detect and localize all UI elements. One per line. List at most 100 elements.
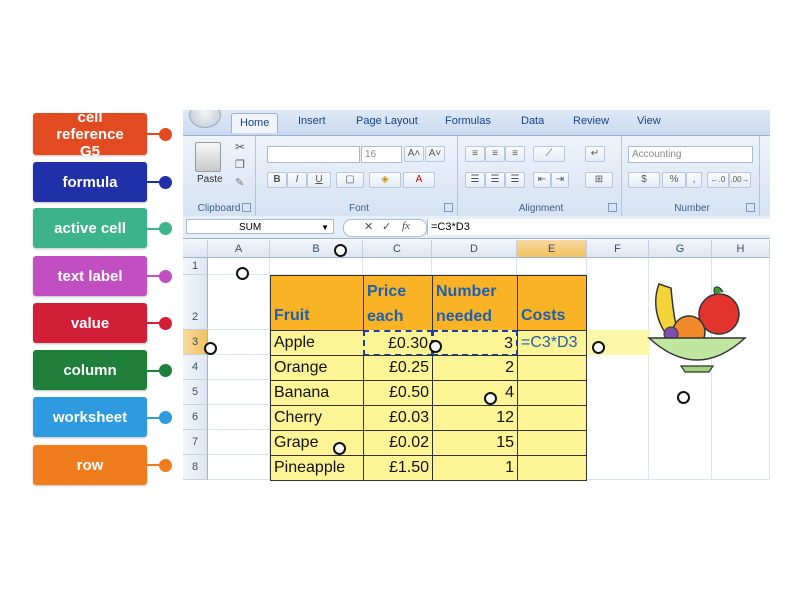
enter-icon[interactable]: ✓ — [382, 220, 391, 233]
copy-icon[interactable]: ❐ — [235, 158, 245, 171]
label-worksheet[interactable]: worksheet — [33, 397, 147, 437]
label-column[interactable]: column — [33, 350, 147, 390]
drop-target-marker[interactable] — [333, 442, 346, 455]
label-formula[interactable]: formula — [33, 162, 147, 202]
fill-color-icon[interactable]: ◈ — [369, 172, 401, 188]
tab-home[interactable]: Home — [231, 113, 279, 133]
drop-target-marker[interactable] — [484, 392, 497, 405]
cell-price[interactable]: £1.50 — [363, 455, 433, 481]
column-header-g[interactable]: G — [649, 240, 712, 258]
cell-needed[interactable]: 4 — [432, 380, 518, 406]
cell-cost[interactable] — [517, 455, 587, 481]
increase-indent-icon[interactable]: ⇥ — [551, 172, 569, 188]
orientation-icon[interactable]: ⟋ — [533, 146, 565, 162]
cell-cost[interactable] — [517, 405, 587, 431]
row-header-1[interactable]: 1 — [183, 258, 208, 275]
column-header-c[interactable]: C — [363, 240, 432, 258]
middle-align-icon[interactable]: ≡ — [485, 146, 505, 162]
paste-icon[interactable] — [195, 142, 221, 172]
drop-target-marker[interactable] — [204, 342, 217, 355]
column-header-f[interactable]: F — [587, 240, 649, 258]
decrease-decimal-icon[interactable]: .00→ — [729, 172, 751, 188]
insert-function-icon[interactable]: fx — [402, 220, 410, 232]
cell-fruit[interactable]: Banana — [270, 380, 364, 406]
align-right-icon[interactable]: ☰ — [505, 172, 525, 188]
grow-font-icon[interactable]: A˄ — [404, 146, 424, 162]
cell-price[interactable]: £0.25 — [363, 355, 433, 381]
paste-button[interactable]: Paste — [197, 174, 223, 185]
cell-price[interactable]: £0.03 — [363, 405, 433, 431]
label-value[interactable]: value — [33, 303, 147, 343]
number-format-box[interactable]: Accounting — [628, 146, 753, 163]
cell-cost[interactable] — [517, 430, 587, 456]
top-align-icon[interactable]: ≡ — [465, 146, 485, 162]
select-all-corner[interactable] — [183, 240, 208, 258]
alignment-launcher-icon[interactable] — [608, 203, 617, 212]
italic-button[interactable]: I — [287, 172, 307, 188]
bold-button[interactable]: B — [267, 172, 287, 188]
wrap-text-icon[interactable]: ↵ — [585, 146, 605, 162]
cell-fruit[interactable]: Orange — [270, 355, 364, 381]
row-header-5[interactable]: 5 — [183, 380, 208, 405]
cell-needed[interactable]: 3 — [432, 330, 518, 356]
cell-price[interactable]: £0.02 — [363, 430, 433, 456]
merge-center-icon[interactable]: ⊞ — [585, 172, 613, 188]
font-size-box[interactable]: 16 — [361, 146, 402, 163]
cut-icon[interactable]: ✂ — [235, 140, 245, 154]
drop-target-marker[interactable] — [592, 341, 605, 354]
header-cell-price[interactable]: Price each — [363, 275, 433, 331]
label-active-cell[interactable]: active cell — [33, 208, 147, 248]
align-left-icon[interactable]: ☰ — [465, 172, 485, 188]
drop-target-marker[interactable] — [429, 340, 442, 353]
clipboard-launcher-icon[interactable] — [242, 203, 251, 212]
tab-insert[interactable]: Insert — [298, 115, 326, 127]
drop-target-marker[interactable] — [236, 267, 249, 280]
drop-target-marker[interactable] — [334, 244, 347, 257]
cell-fruit[interactable]: Grape — [270, 430, 364, 456]
cell-needed[interactable]: 2 — [432, 355, 518, 381]
cell-needed[interactable]: 15 — [432, 430, 518, 456]
cell-fruit[interactable]: Cherry — [270, 405, 364, 431]
cancel-icon[interactable]: ✕ — [364, 220, 373, 233]
percent-button[interactable]: % — [662, 172, 686, 188]
tab-page-layout[interactable]: Page Layout — [356, 115, 418, 127]
tab-data[interactable]: Data — [521, 115, 544, 127]
cell-price[interactable]: £0.50 — [363, 380, 433, 406]
font-name-box[interactable] — [267, 146, 360, 163]
increase-decimal-icon[interactable]: ←.0 — [707, 172, 729, 188]
font-launcher-icon[interactable] — [444, 203, 453, 212]
border-icon[interactable]: ▢ — [336, 172, 364, 188]
label-text-label[interactable]: text label — [33, 256, 147, 296]
number-launcher-icon[interactable] — [746, 203, 755, 212]
comma-button[interactable]: , — [686, 172, 702, 188]
name-box[interactable]: SUM ▼ — [186, 219, 334, 234]
font-color-icon[interactable]: A — [403, 172, 435, 188]
drop-target-marker[interactable] — [677, 391, 690, 404]
header-cell-fruit[interactable]: Fruit — [270, 275, 364, 331]
cell-fruit[interactable]: Pineapple — [270, 455, 364, 481]
formula-input[interactable]: =C3*D3 — [427, 219, 770, 235]
cell-fruit[interactable]: Apple — [270, 330, 364, 356]
align-center-icon[interactable]: ☰ — [485, 172, 505, 188]
tab-view[interactable]: View — [637, 115, 661, 127]
bottom-align-icon[interactable]: ≡ — [505, 146, 525, 162]
chevron-down-icon[interactable]: ▼ — [321, 220, 329, 235]
cell-price[interactable]: £0.30 — [363, 330, 433, 356]
row-header-6[interactable]: 6 — [183, 405, 208, 430]
header-cell-costs[interactable]: Costs — [517, 275, 587, 331]
column-header-d[interactable]: D — [432, 240, 517, 258]
cell-cost[interactable] — [517, 380, 587, 406]
column-header-h[interactable]: H — [712, 240, 770, 258]
shrink-font-icon[interactable]: A˅ — [425, 146, 445, 162]
column-header-b[interactable]: B — [270, 240, 363, 258]
cell-needed[interactable]: 1 — [432, 455, 518, 481]
decrease-indent-icon[interactable]: ⇤ — [533, 172, 551, 188]
row-header-8[interactable]: 8 — [183, 455, 208, 480]
tab-formulas[interactable]: Formulas — [445, 115, 491, 127]
cell-cost[interactable] — [517, 355, 587, 381]
currency-icon[interactable]: $ — [628, 172, 660, 188]
label-row[interactable]: row — [33, 445, 147, 485]
active-cell-e3[interactable]: =C3*D3 — [517, 330, 587, 356]
office-button-icon[interactable] — [189, 110, 221, 128]
column-header-a[interactable]: A — [208, 240, 270, 258]
